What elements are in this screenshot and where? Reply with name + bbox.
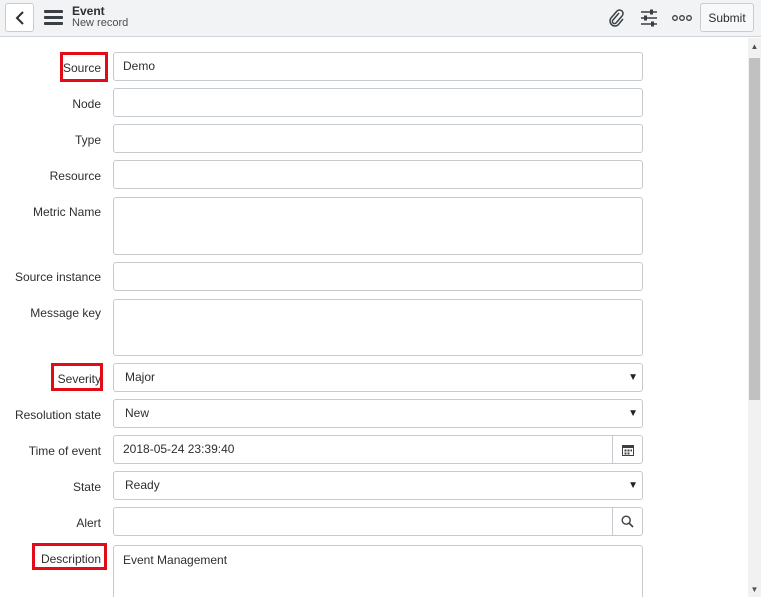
alert-label: Alert (76, 516, 101, 530)
description-field[interactable]: Event Management (113, 545, 643, 597)
time-of-event-value: 2018-05-24 23:39:40 (123, 442, 235, 456)
scrollbar[interactable]: ▲ ▼ (748, 38, 761, 597)
dropdown-caret-icon: ▼ (628, 480, 638, 491)
resolution-state-label: Resolution state (14, 408, 101, 422)
source-highlight (60, 52, 108, 82)
severity-select[interactable]: Major ▼ (113, 363, 643, 392)
message-key-label: Message key (30, 306, 101, 320)
severity-highlight (51, 363, 103, 391)
resource-label: Resource (49, 169, 101, 183)
resolution-state-value: New (125, 406, 150, 420)
node-label: Node (72, 97, 101, 111)
sliders-icon[interactable] (638, 8, 660, 28)
submit-button[interactable]: Submit (700, 3, 754, 32)
severity-value: Major (125, 370, 156, 384)
type-field[interactable] (113, 124, 643, 153)
time-of-event-label: Time of event (28, 444, 101, 458)
state-label: State (72, 480, 101, 494)
source-instance-label: Source instance (14, 270, 101, 284)
time-of-event-field[interactable]: 2018-05-24 23:39:40 (113, 435, 643, 464)
page-subtitle: New record (72, 17, 129, 29)
scroll-down-arrow-icon[interactable]: ▼ (749, 585, 760, 594)
more-options-icon[interactable] (671, 8, 693, 28)
record-title-block: Event New record (72, 5, 128, 29)
dropdown-caret-icon: ▼ (628, 408, 638, 419)
paperclip-icon[interactable] (605, 8, 627, 28)
metric-name-field[interactable] (113, 197, 643, 255)
state-value: Ready (125, 478, 160, 492)
page-title: Event (72, 4, 105, 18)
back-button[interactable] (5, 3, 34, 32)
event-form: Source Demo Node Type Resource Metric Na… (0, 38, 748, 597)
message-key-field[interactable] (113, 299, 643, 356)
description-highlight (32, 543, 107, 570)
dropdown-caret-icon: ▼ (628, 372, 638, 383)
calendar-icon[interactable] (612, 436, 642, 463)
node-field[interactable] (113, 88, 643, 117)
resolution-state-select[interactable]: New ▼ (113, 399, 643, 428)
hamburger-menu-icon[interactable] (44, 10, 63, 25)
type-label: Type (74, 133, 101, 147)
scroll-up-arrow-icon[interactable]: ▲ (749, 42, 760, 51)
alert-field[interactable] (113, 507, 643, 536)
record-header: Event New record Submit (0, 0, 761, 37)
scrollbar-thumb[interactable] (749, 58, 760, 400)
search-icon[interactable] (612, 508, 642, 535)
resource-field[interactable] (113, 160, 643, 189)
source-field[interactable]: Demo (113, 52, 643, 81)
state-select[interactable]: Ready ▼ (113, 471, 643, 500)
source-instance-field[interactable] (113, 262, 643, 291)
metric-name-label: Metric Name (32, 205, 101, 219)
chevron-left-icon (15, 10, 24, 25)
